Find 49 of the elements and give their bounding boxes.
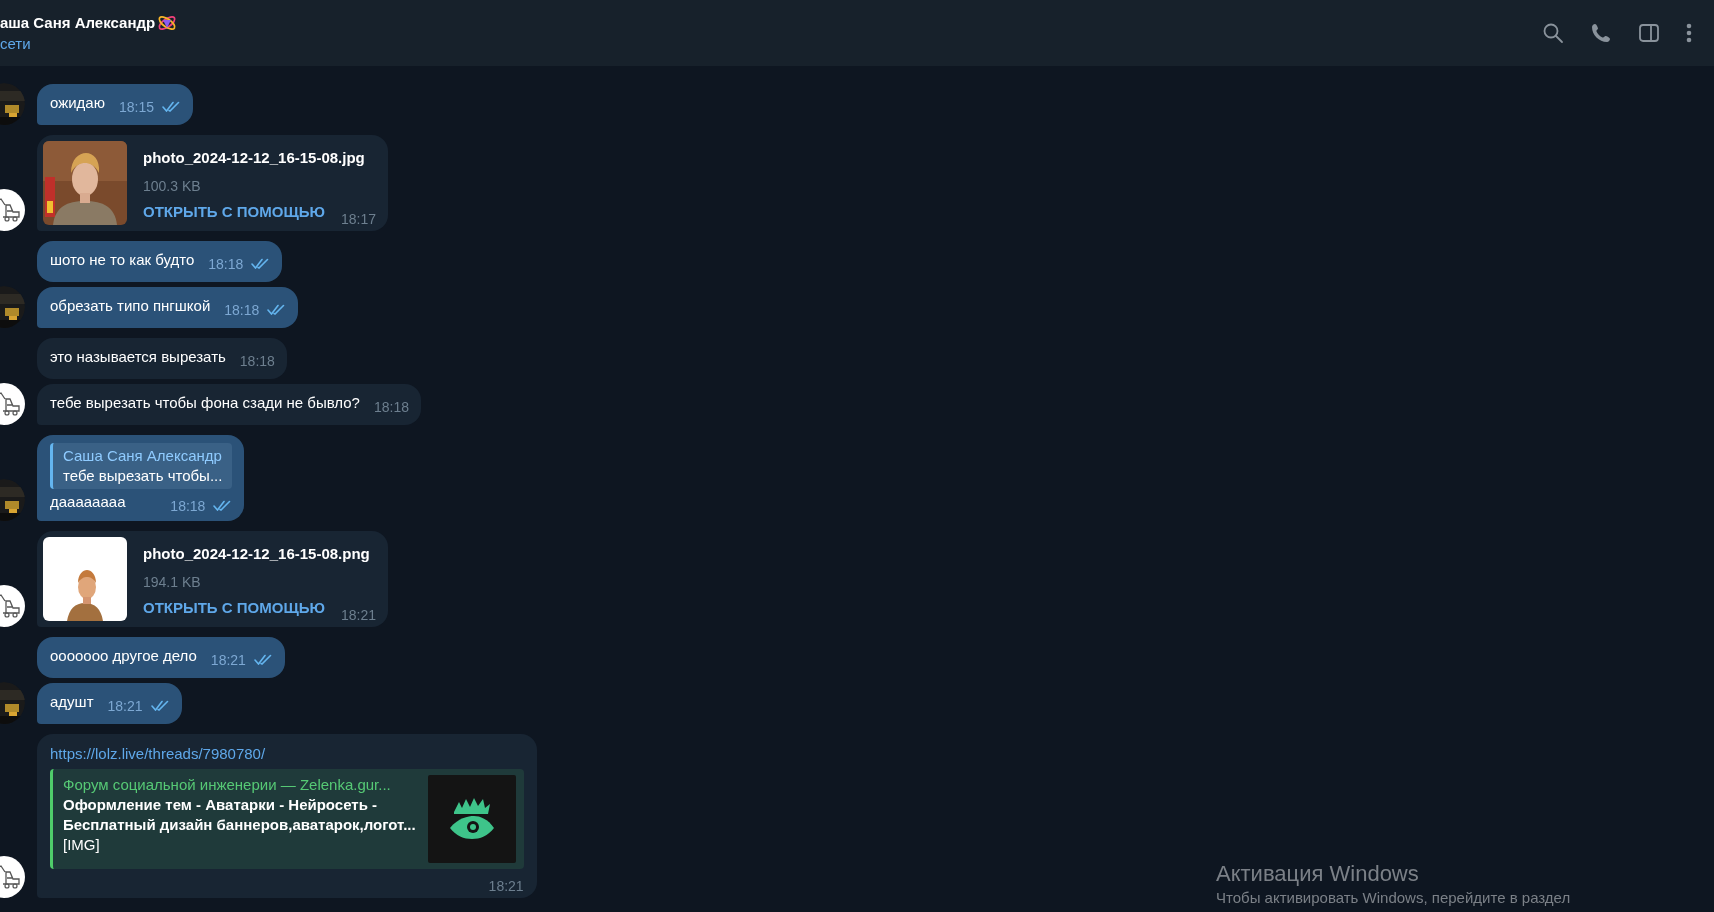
file-size: 194.1 KB — [143, 572, 202, 591]
message-link[interactable]: https://lolz.live/threads/7980780/ — [50, 744, 524, 764]
double-check-icon — [251, 258, 271, 269]
message-time: 18:21 — [340, 608, 376, 622]
double-check-icon — [213, 500, 233, 511]
link-title: Оформление тем - Аватарки - Нейросеть - — [63, 795, 379, 815]
message-time: 18:18 — [239, 354, 275, 368]
open-with-link[interactable]: ОТКРЫТЬ С ПОМОЩЬЮ — [143, 203, 325, 221]
message-time: 18:18 — [373, 400, 409, 414]
activation-text: Чтобы активировать Windows, перейдите в раздел — [1216, 888, 1571, 908]
activation-title: Активация Windows — [1216, 860, 1420, 888]
message-time: 18:21 — [488, 879, 524, 893]
search-icon[interactable] — [1542, 22, 1564, 44]
double-check-icon — [267, 304, 287, 315]
message-text: ожидаю — [50, 94, 105, 112]
message-text: адушт — [50, 693, 94, 711]
message-time: 18:21 — [210, 653, 246, 667]
message-time: 18:15 — [118, 100, 154, 114]
message-text: ооооооо другое дело — [50, 647, 197, 665]
reply-author: Саша Саня Александр — [63, 446, 223, 466]
chat-title: аша Саня Александр — [0, 13, 156, 33]
online-status: сети — [0, 34, 32, 54]
message-time: 18:21 — [107, 699, 143, 713]
link-title: Бесплатный дизайн баннеров,аватарок,логот... — [63, 815, 416, 835]
reply-quote[interactable]: Саша Саня Александр тебе вырезать чтобы... — [50, 443, 233, 489]
message-text: тебе вырезать чтобы фона сзади не бывло? — [50, 394, 360, 412]
file-size: 100.3 KB — [143, 176, 202, 195]
sidebar-toggle-icon[interactable] — [1638, 22, 1660, 44]
open-with-link[interactable]: ОТКРЫТЬ С ПОМОЩЬЮ — [143, 599, 325, 617]
more-icon[interactable] — [1686, 22, 1692, 44]
link-description: [IMG] — [63, 835, 101, 855]
link-preview[interactable]: Форум социальной инженерии — Zelenka.gur... Оформление тем - Аватарки - Нейросеть - Бесплатный дизайн баннеров,аватарок,логот... [IMG] — [50, 769, 524, 869]
link-site-name: Форум социальной инженерии — Zelenka.gur... — [63, 775, 392, 795]
message-time: 18:18 — [224, 303, 260, 317]
double-check-icon — [150, 700, 170, 711]
message-time: 18:17 — [340, 212, 376, 226]
double-check-icon — [162, 101, 181, 112]
message-text: шото не то как будто — [50, 251, 195, 269]
message-text: это называется вырезать — [50, 348, 226, 366]
phone-icon[interactable] — [1590, 22, 1612, 44]
double-check-icon — [253, 654, 273, 665]
reply-text: тебе вырезать чтобы... — [63, 466, 223, 486]
file-name: photo_2024-12-12_16-15-08.jpg — [143, 148, 366, 168]
eye-icon — [447, 798, 496, 840]
message-text: даааааааа — [50, 493, 126, 511]
message-text: обрезать типо пнгшкой — [50, 297, 211, 315]
message-time: 18:18 — [208, 257, 244, 271]
message-time: 18:18 — [170, 499, 206, 513]
file-name: photo_2024-12-12_16-15-08.png — [143, 544, 371, 564]
